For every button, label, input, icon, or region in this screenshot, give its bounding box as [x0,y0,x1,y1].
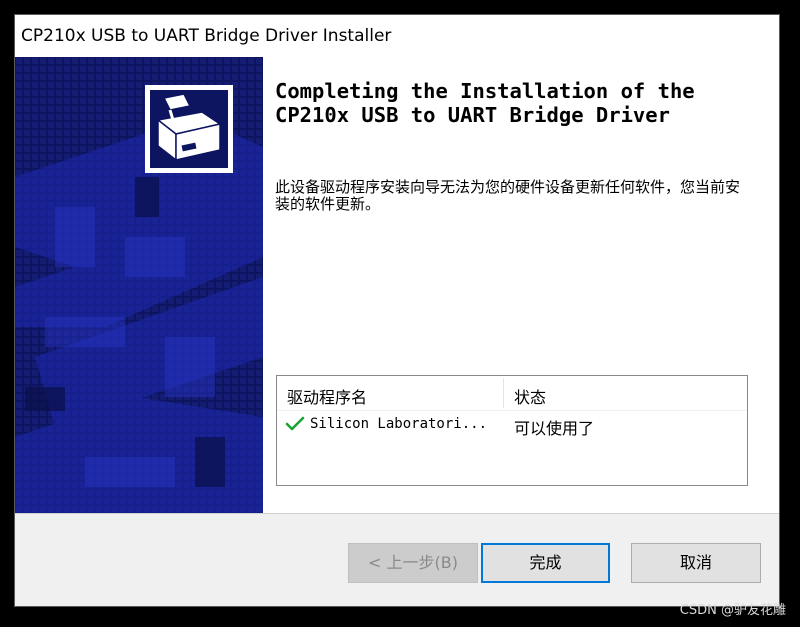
driver-list-header: 驱动程序名 状态 [277,376,747,411]
driver-status: 可以使用了 [514,419,595,438]
completion-heading: Completing the Installation of the CP210… [275,79,775,127]
window-title: CP210x USB to UART Bridge Driver Install… [21,26,392,46]
heading-line-1: Completing the Installation of the [275,79,695,103]
column-header-status[interactable]: 状态 [514,384,546,408]
installer-box-icon [145,85,233,173]
cancel-button[interactable]: 取消 [631,543,761,583]
button-bar: < 上一步(B) 完成 取消 [15,513,779,606]
finish-button[interactable]: 完成 [481,543,610,583]
driver-list[interactable]: 驱动程序名 状态 Silicon Laboratori... 可以使用了 [276,375,748,486]
watermark: CSDN @驴友花雕 [679,603,786,618]
title-bar[interactable]: CP210x USB to UART Bridge Driver Install… [15,15,779,57]
heading-line-2: CP210x USB to UART Bridge Driver [275,103,670,127]
check-icon [285,416,305,431]
back-button[interactable]: < 上一步(B) [348,543,478,583]
completion-message: 此设备驱动程序安装向导无法为您的硬件设备更新任何软件，您当前安装的软件更新。 [275,178,741,213]
wizard-content: Completing the Installation of the CP210… [263,57,779,513]
driver-name: Silicon Laboratori... [310,416,488,432]
column-divider[interactable] [503,378,504,408]
driver-row[interactable]: Silicon Laboratori... 可以使用了 [277,412,747,438]
column-header-driver-name[interactable]: 驱动程序名 [287,384,367,408]
installer-window: CP210x USB to UART Bridge Driver Install… [14,14,780,607]
wizard-side-banner [15,57,263,513]
